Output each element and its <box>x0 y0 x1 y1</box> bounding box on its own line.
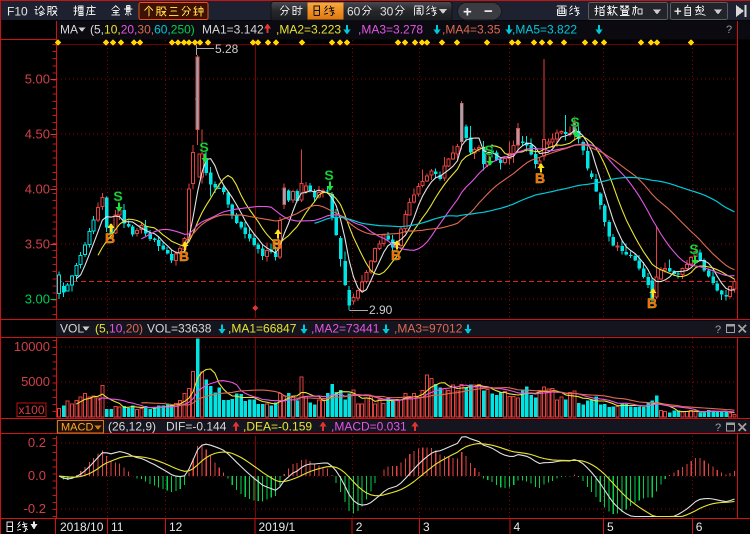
svg-text:−: − <box>484 3 493 20</box>
svg-text:11: 11 <box>111 520 124 534</box>
svg-text:(5,10,20): (5,10,20) <box>95 322 143 336</box>
svg-text:+: + <box>674 4 682 19</box>
svg-text:MA: MA <box>60 23 78 37</box>
svg-text:S: S <box>113 188 122 204</box>
svg-text:,MA4=3.35: ,MA4=3.35 <box>442 23 501 37</box>
svg-text:S: S <box>689 241 698 257</box>
svg-text:,DEA=-0.159: ,DEA=-0.159 <box>243 420 312 434</box>
svg-text:4.00: 4.00 <box>25 182 50 197</box>
svg-text:MA1=3.142: MA1=3.142 <box>202 23 264 37</box>
svg-text:0.0: 0.0 <box>28 468 46 483</box>
svg-text:60: 60 <box>347 5 361 19</box>
svg-text:x100: x100 <box>18 403 44 417</box>
svg-text:S: S <box>484 142 493 158</box>
svg-text:S: S <box>199 139 208 155</box>
svg-text:,MA3=97012: ,MA3=97012 <box>394 322 463 336</box>
svg-text:3: 3 <box>423 520 430 534</box>
svg-text:(5,10,20,30,60,250): (5,10,20,30,60,250) <box>90 23 195 37</box>
svg-text:3.00: 3.00 <box>25 292 50 307</box>
svg-text:DIF=-0.144: DIF=-0.144 <box>166 420 227 434</box>
svg-text:,MA2=3.223: ,MA2=3.223 <box>276 23 341 37</box>
svg-text:2019/1: 2019/1 <box>259 520 296 534</box>
svg-text:3.50: 3.50 <box>25 237 50 252</box>
svg-text:5.00: 5.00 <box>25 72 50 87</box>
svg-text:MACD: MACD <box>61 422 93 434</box>
svg-text:,MA3=3.278: ,MA3=3.278 <box>358 23 423 37</box>
svg-text:2: 2 <box>356 520 363 534</box>
svg-text:VOL=33638: VOL=33638 <box>147 322 212 336</box>
svg-text:12: 12 <box>169 520 183 534</box>
svg-text:-0.2: -0.2 <box>24 501 46 516</box>
svg-text:,MACD=0.031: ,MACD=0.031 <box>331 420 407 434</box>
svg-text:6: 6 <box>696 520 703 534</box>
svg-text:2.90: 2.90 <box>369 303 393 317</box>
svg-text:0.2: 0.2 <box>28 435 46 450</box>
svg-text:5: 5 <box>607 520 614 534</box>
svg-text:?: ? <box>715 324 721 336</box>
svg-text:2018/10: 2018/10 <box>60 520 104 534</box>
svg-text:F10: F10 <box>7 5 28 19</box>
svg-text:,MA5=3.822: ,MA5=3.822 <box>512 23 577 37</box>
svg-text:(26,12,9): (26,12,9) <box>108 420 156 434</box>
svg-text:VOL: VOL <box>60 322 84 336</box>
svg-text:4.50: 4.50 <box>25 127 50 142</box>
svg-text:?: ? <box>726 24 732 36</box>
svg-text:5.28: 5.28 <box>215 42 239 56</box>
svg-text:,MA2=73441: ,MA2=73441 <box>311 322 380 336</box>
svg-text:,MA1=66847: ,MA1=66847 <box>228 322 297 336</box>
svg-text:4: 4 <box>514 520 521 534</box>
svg-text:10000: 10000 <box>14 339 50 354</box>
svg-text:+: + <box>463 4 472 21</box>
svg-text:5000: 5000 <box>21 374 50 389</box>
svg-text:S: S <box>324 167 333 183</box>
svg-text:S: S <box>570 114 579 130</box>
svg-text:30: 30 <box>380 5 394 19</box>
svg-text:?: ? <box>715 422 721 434</box>
